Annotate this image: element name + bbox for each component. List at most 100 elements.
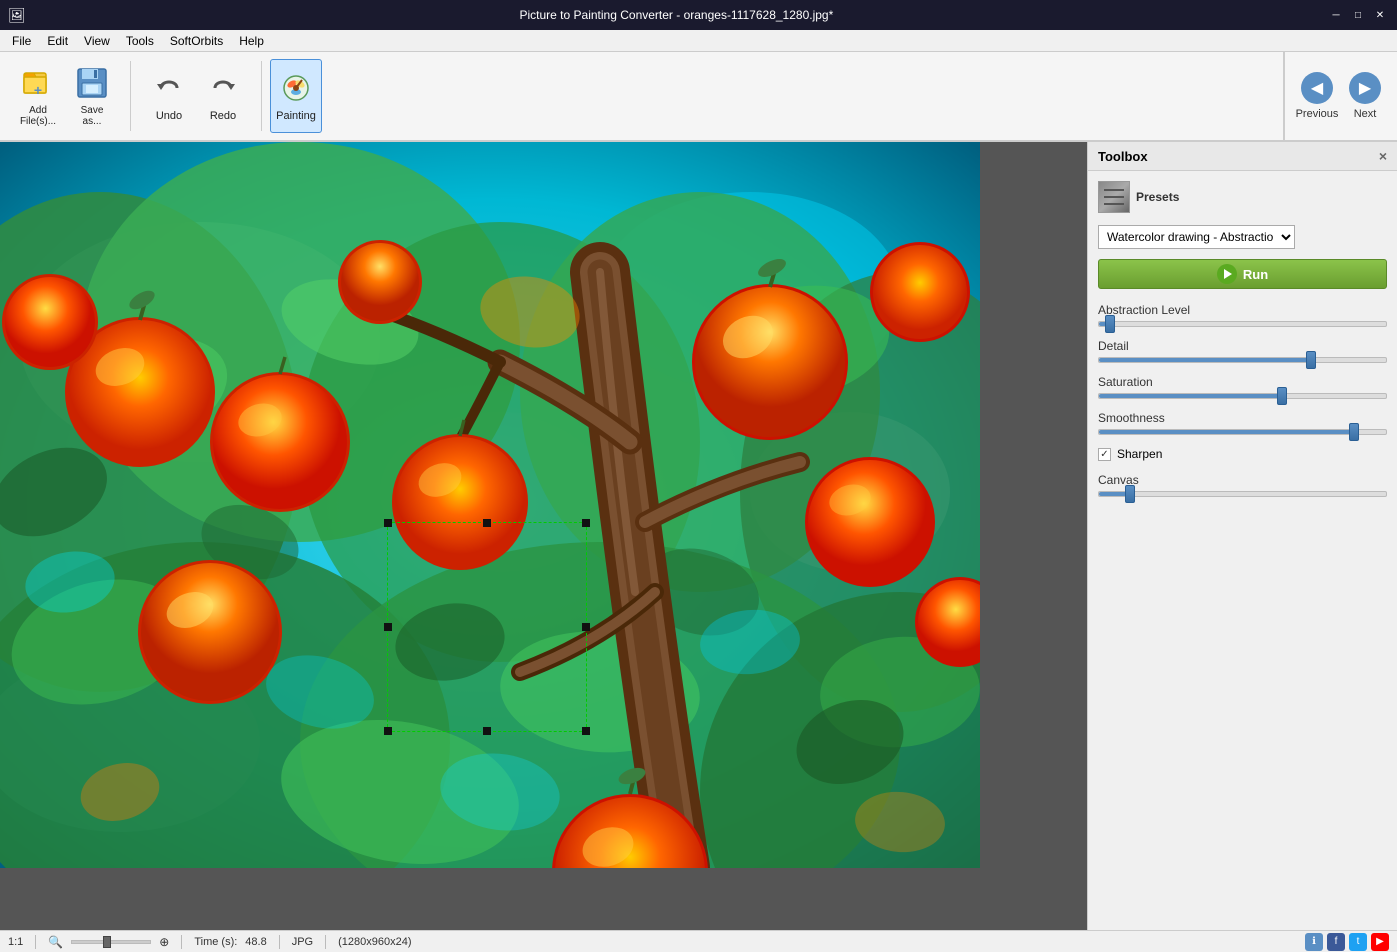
presets-label: Presets — [1136, 190, 1179, 204]
menu-softorbits[interactable]: SoftOrbits — [162, 32, 231, 50]
selection-handle-tc[interactable] — [483, 519, 491, 527]
close-button[interactable]: ✕ — [1371, 6, 1389, 24]
menu-bar: File Edit View Tools SoftOrbits Help — [0, 30, 1397, 52]
next-label: Next — [1354, 108, 1377, 120]
zoom-slider[interactable] — [71, 940, 151, 944]
undo-icon — [151, 70, 187, 106]
sharpen-checkbox[interactable]: ✓ — [1098, 448, 1111, 461]
status-sep-4 — [325, 935, 326, 949]
status-sep-3 — [279, 935, 280, 949]
smoothness-thumb[interactable] — [1349, 423, 1359, 441]
zoom-plus-icon: ⊕ — [159, 935, 169, 949]
zoom-thumb[interactable] — [103, 936, 111, 948]
menu-tools[interactable]: Tools — [118, 32, 162, 50]
saturation-slider[interactable] — [1098, 393, 1387, 399]
toolbox-close-button[interactable]: × — [1379, 148, 1387, 164]
painting-button[interactable]: Painting — [270, 59, 322, 133]
abstraction-section: Abstraction Level — [1098, 303, 1387, 327]
selection-handle-ml[interactable] — [384, 623, 392, 631]
redo-label: Redo — [210, 110, 236, 122]
add-file-label: Add File(s)... — [20, 105, 56, 127]
toolbar-edit-group: Undo Redo — [139, 59, 253, 133]
info-icon[interactable]: ℹ — [1305, 933, 1323, 951]
selection-box[interactable] — [387, 522, 587, 732]
title-bar: 🖼 Picture to Painting Converter - orange… — [0, 0, 1397, 30]
canvas-area[interactable] — [0, 142, 1087, 930]
run-label: Run — [1243, 267, 1268, 282]
presets-dropdown[interactable]: Watercolor drawing - Abstractio Oil Pain… — [1098, 225, 1295, 249]
main-area: Toolbox × Presets Watercolor drawing - A… — [0, 142, 1397, 930]
selection-handle-br[interactable] — [582, 727, 590, 735]
youtube-icon[interactable]: ▶ — [1371, 933, 1389, 951]
toolbar-sep-2 — [261, 61, 262, 131]
status-bar: 1:1 🔍 ⊕ Time (s): 48.8 JPG (1280x960x24)… — [0, 930, 1397, 952]
minimize-button[interactable]: ─ — [1327, 6, 1345, 24]
status-sep-2 — [181, 935, 182, 949]
detail-label: Detail — [1098, 339, 1387, 353]
add-file-icon: + — [20, 65, 56, 101]
canvas-slider[interactable] — [1098, 491, 1387, 497]
twitter-icon[interactable]: t — [1349, 933, 1367, 951]
time-value: 48.8 — [245, 936, 266, 948]
preset-icon — [1098, 181, 1130, 213]
zoom-icon: 🔍 — [48, 935, 63, 949]
menu-file[interactable]: File — [4, 32, 39, 50]
canvas-section: Canvas — [1098, 473, 1387, 497]
dimensions-label: (1280x960x24) — [338, 936, 411, 948]
previous-icon: ◀ — [1301, 72, 1333, 104]
smoothness-label: Smoothness — [1098, 411, 1387, 425]
canvas-thumb[interactable] — [1125, 485, 1135, 503]
detail-section: Detail — [1098, 339, 1387, 363]
window-controls: ─ □ ✕ — [1327, 6, 1389, 24]
menu-view[interactable]: View — [76, 32, 118, 50]
smoothness-slider[interactable] — [1098, 429, 1387, 435]
maximize-button[interactable]: □ — [1349, 6, 1367, 24]
next-button[interactable]: ▶ Next — [1341, 56, 1389, 136]
previous-button[interactable]: ◀ Previous — [1293, 56, 1341, 136]
saturation-thumb[interactable] — [1277, 387, 1287, 405]
selection-handle-bl[interactable] — [384, 727, 392, 735]
painting-label: Painting — [276, 110, 316, 122]
abstraction-label: Abstraction Level — [1098, 303, 1387, 317]
redo-button[interactable]: Redo — [197, 59, 249, 133]
toolbar: + Add File(s)... Save as... — [0, 52, 1397, 142]
selection-handle-mr[interactable] — [582, 623, 590, 631]
title-icon: 🖼 — [8, 7, 26, 24]
painting-canvas — [0, 142, 980, 868]
redo-icon — [205, 70, 241, 106]
time-label: Time (s): — [194, 936, 237, 948]
zoom-ratio: 1:1 — [8, 936, 23, 948]
saturation-section: Saturation — [1098, 375, 1387, 399]
detail-slider[interactable] — [1098, 357, 1387, 363]
run-button[interactable]: Run — [1098, 259, 1387, 289]
menu-help[interactable]: Help — [231, 32, 272, 50]
facebook-icon[interactable]: f — [1327, 933, 1345, 951]
selection-handle-tr[interactable] — [582, 519, 590, 527]
add-file-button[interactable]: + Add File(s)... — [12, 59, 64, 133]
save-as-icon — [74, 65, 110, 101]
presets-row: Presets — [1098, 181, 1387, 213]
save-as-button[interactable]: Save as... — [66, 59, 118, 133]
status-sep-1 — [35, 935, 36, 949]
selection-handle-bc[interactable] — [483, 727, 491, 735]
toolbox-panel: Toolbox × Presets Watercolor drawing - A… — [1087, 142, 1397, 930]
sharpen-label: Sharpen — [1117, 447, 1162, 461]
window-title: Picture to Painting Converter - oranges-… — [26, 8, 1327, 22]
sharpen-row: ✓ Sharpen — [1098, 447, 1387, 461]
menu-edit[interactable]: Edit — [39, 32, 76, 50]
toolbar-file-group: + Add File(s)... Save as... — [8, 59, 122, 133]
abstraction-thumb[interactable] — [1105, 315, 1115, 333]
painting-icon — [278, 70, 314, 106]
previous-label: Previous — [1296, 108, 1339, 120]
next-icon: ▶ — [1349, 72, 1381, 104]
run-icon — [1217, 264, 1237, 284]
format-label: JPG — [292, 936, 313, 948]
undo-button[interactable]: Undo — [143, 59, 195, 133]
smoothness-section: Smoothness — [1098, 411, 1387, 435]
nav-area: ◀ Previous ▶ Next — [1283, 51, 1389, 141]
detail-thumb[interactable] — [1306, 351, 1316, 369]
abstraction-slider[interactable] — [1098, 321, 1387, 327]
selection-handle-tl[interactable] — [384, 519, 392, 527]
toolbox-body: Presets Watercolor drawing - Abstractio … — [1088, 171, 1397, 930]
toolbar-sep-1 — [130, 61, 131, 131]
